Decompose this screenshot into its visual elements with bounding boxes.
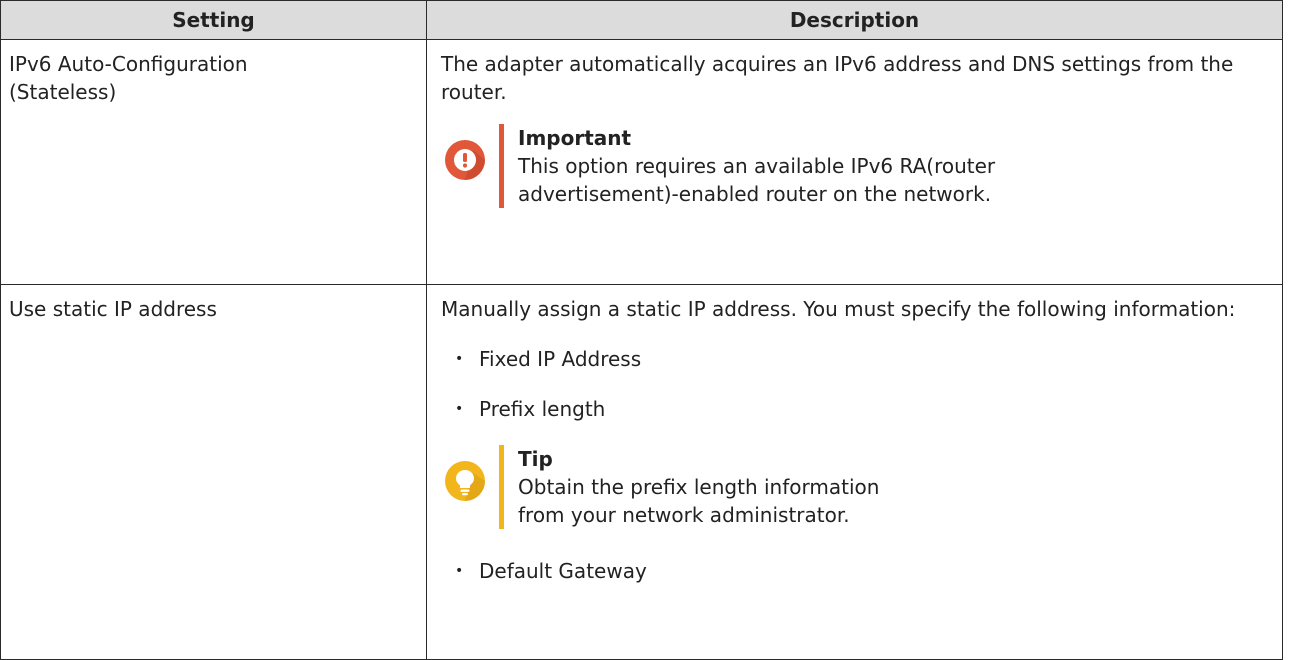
list-item: • Default Gateway (455, 559, 647, 583)
table-header-row: Setting Description (0, 0, 1283, 40)
exclamation-icon (443, 138, 487, 182)
important-text: This option requires an available IPv6 R… (518, 154, 996, 206)
table-row: Use static IP address Manually assign a … (0, 284, 1283, 660)
list-item: • Prefix length (455, 397, 606, 421)
tip-callout: Tip Obtain the prefix length information… (441, 445, 1274, 537)
bullet-icon: • (455, 401, 464, 417)
tip-title: Tip (518, 447, 553, 471)
description-cell: The adapter automatically acquires an IP… (426, 39, 1283, 285)
setting-cell: IPv6 Auto-Configuration (Stateless) (0, 39, 427, 285)
description-text: Manually assign a static IP address. You… (441, 297, 1236, 321)
table-row: IPv6 Auto-Configuration (Stateless) The … (0, 39, 1283, 285)
bullet-list: • Default Gateway (441, 557, 1274, 585)
lightbulb-icon (443, 459, 487, 503)
important-title: Important (518, 126, 632, 150)
settings-table: Setting Description IPv6 Auto-Configurat… (0, 0, 1283, 660)
tip-text: Obtain the prefix length information fro… (518, 475, 880, 527)
description-text: The adapter automatically acquires an IP… (441, 52, 1234, 104)
bullet-icon: • (455, 563, 464, 579)
important-callout: Important This option requires an availa… (441, 124, 1274, 216)
header-setting: Setting (0, 0, 427, 40)
setting-cell: Use static IP address (0, 284, 427, 660)
setting-name: Use static IP address (9, 297, 217, 321)
bullet-list: • Fixed IP Address • Prefix length (441, 345, 1274, 423)
bullet-icon: • (455, 351, 464, 367)
description-cell: Manually assign a static IP address. You… (426, 284, 1283, 660)
list-item: • Fixed IP Address (455, 347, 642, 371)
header-description: Description (426, 0, 1283, 40)
setting-name: IPv6 Auto-Configuration (Stateless) (9, 52, 248, 104)
